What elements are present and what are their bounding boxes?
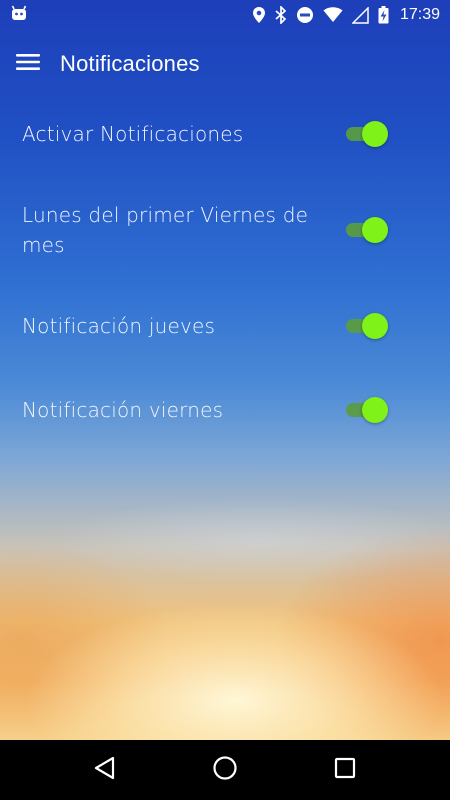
wifi-icon	[323, 7, 343, 23]
back-button[interactable]	[75, 740, 135, 800]
signal-icon	[351, 6, 369, 24]
toggle-switch[interactable]	[344, 312, 388, 340]
page-title: Notificaciones	[60, 51, 200, 76]
setting-label: Notificación jueves	[22, 314, 216, 338]
setting-row-jueves[interactable]: Notificación jueves	[22, 311, 402, 341]
bluetooth-icon	[275, 6, 287, 24]
app-bar: Notificaciones	[0, 30, 450, 98]
setting-label: Notificación viernes	[22, 398, 224, 422]
setting-row-viernes[interactable]: Notificación viernes	[22, 395, 402, 425]
status-left	[10, 5, 28, 25]
setting-label: Activar Notificaciones	[22, 122, 244, 146]
switch-thumb	[362, 397, 388, 423]
setting-label: Lunes del primer Viernes de mes	[22, 203, 309, 257]
app-screen: 17:39 Notificaciones Activar Notificacio…	[0, 0, 450, 740]
switch-thumb	[362, 217, 388, 243]
toggle-switch[interactable]	[344, 120, 388, 148]
battery-charging-icon	[378, 6, 389, 24]
menu-button[interactable]	[0, 30, 60, 98]
do-not-disturb-icon	[296, 6, 314, 24]
back-icon	[94, 756, 116, 784]
hamburger-menu-icon	[16, 53, 40, 75]
recents-icon	[334, 757, 356, 783]
recents-button[interactable]	[315, 740, 375, 800]
location-icon	[252, 6, 266, 24]
navigation-bar	[0, 740, 450, 800]
setting-row-activar[interactable]: Activar Notificaciones	[22, 119, 402, 149]
switch-thumb	[362, 121, 388, 147]
home-icon	[212, 755, 238, 785]
background-clouds	[0, 420, 450, 620]
android-icon	[10, 5, 28, 25]
toggle-switch[interactable]	[344, 396, 388, 424]
status-bar: 17:39	[0, 0, 450, 30]
home-button[interactable]	[195, 740, 255, 800]
status-time: 17:39	[399, 6, 440, 23]
switch-thumb	[362, 313, 388, 339]
toggle-switch[interactable]	[344, 216, 388, 244]
status-right: 17:39	[252, 6, 440, 24]
setting-row-lunes[interactable]: Lunes del primer Viernes de mes	[22, 200, 402, 260]
